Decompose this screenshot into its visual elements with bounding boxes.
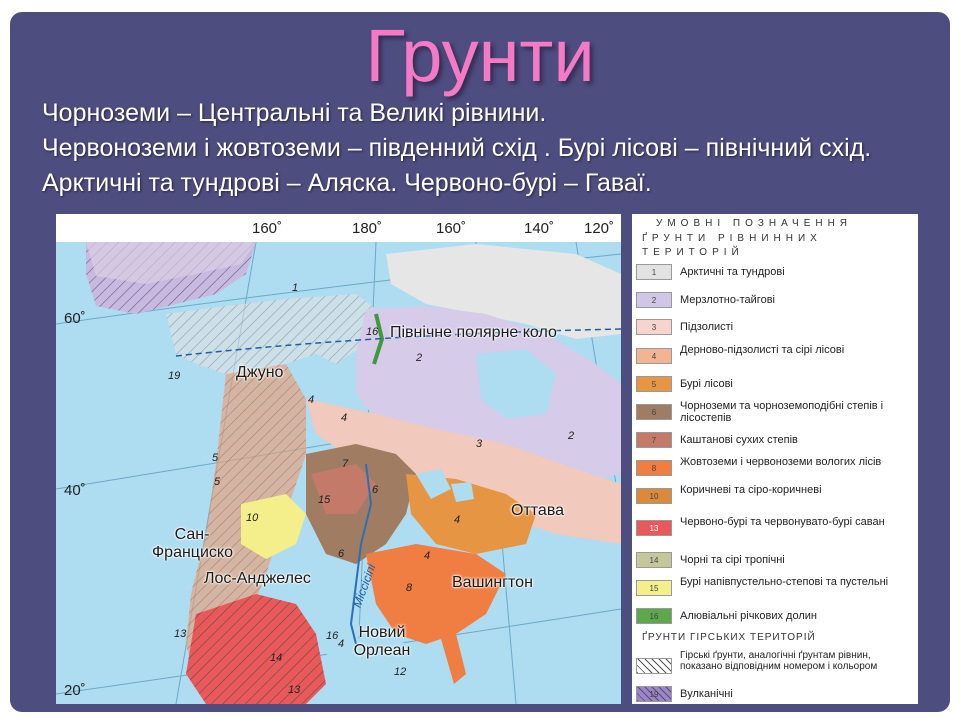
zone-number: 16 xyxy=(326,630,339,642)
latitude-label: 60˚ xyxy=(64,310,86,327)
latitude-label: 40˚ xyxy=(64,482,86,499)
zone-number: 16 xyxy=(366,326,379,338)
legend-heading: УМОВНІ ПОЗНАЧЕННЯ xyxy=(656,218,853,229)
legend-label: Гірські ґрунти, аналогічні ґрунтам рівни… xyxy=(680,650,878,672)
legend-label: Вулканічні xyxy=(680,688,733,700)
legend-mountain-heading: ҐРУНТИ ГІРСЬКИХ ТЕРИТОРІЙ xyxy=(642,632,816,643)
zone-number: 13 xyxy=(174,628,187,640)
legend-item: 13 Червоно-бурі та червонувато-бурі сава… xyxy=(632,516,918,540)
legend-swatch: 1 xyxy=(636,264,672,280)
longitude-label: 120˚ xyxy=(584,220,615,237)
place-label-new-orleans: Новий Орлеан xyxy=(353,624,411,659)
legend-swatch: 13 xyxy=(636,520,672,536)
legend-item: 5 Бурі лісові xyxy=(632,372,918,396)
zone-number: 14 xyxy=(270,652,283,664)
legend-swatch: 3 xyxy=(636,319,672,335)
text-line-2: Червоноземи і жовтоземи – південний схід… xyxy=(42,134,872,162)
text-line-1: Чорноземи – Центральні та Великі рівнини… xyxy=(42,99,547,127)
legend-label: Бурі лісові xyxy=(680,378,733,390)
legend-swatch: 15 xyxy=(636,580,672,596)
zone-number: 8 xyxy=(406,582,413,594)
zone-number: 2 xyxy=(416,352,423,364)
legend-label: Алювіальні річкових долин xyxy=(680,610,817,622)
legend-item: 8 Жовтоземи і червоноземи вологих лісів xyxy=(632,456,918,480)
legend-swatch: 5 xyxy=(636,376,672,392)
legend-label: Мерзлотно-тайгові xyxy=(680,294,775,306)
zone-number: 5 xyxy=(212,452,219,464)
zone-number: 3 xyxy=(476,438,483,450)
zone-number: 4 xyxy=(341,412,348,424)
legend-swatch: 19 xyxy=(636,686,672,702)
legend-item: 16 Алювіальні річкових долин xyxy=(632,604,918,628)
legend-label: Чорні та сірі тропічні xyxy=(680,554,785,566)
legend-label: Червоно-бурі та червонувато-бурі саван xyxy=(680,516,885,528)
legend-item: 4 Дерново-підзолисті та сірі лісові xyxy=(632,344,918,368)
legend-subheading: ҐРУНТИ РІВНИННИХ ТЕРИТОРІЙ xyxy=(642,233,822,258)
slide-title: Грунти xyxy=(365,14,595,97)
zone-number: 2 xyxy=(568,430,575,442)
zone-number: 19 xyxy=(168,370,181,382)
legend-swatch: 8 xyxy=(636,460,672,476)
legend-swatch: 14 xyxy=(636,552,672,568)
zone-number: 4 xyxy=(424,550,431,562)
zone-number: 6 xyxy=(372,484,379,496)
soil-map: 160˚ 180˚ 160˚ 140˚ 120˚ 60˚ 40˚ 20˚ Пів… xyxy=(56,214,621,704)
legend-label: Бурі напівпустельно-степові та пустельні xyxy=(680,576,889,588)
legend-swatch-hatched xyxy=(636,658,672,674)
legend-label: Жовтоземи і червоноземи вологих лісів xyxy=(680,456,882,468)
longitude-label: 160˚ xyxy=(252,220,283,237)
legend-item: 14 Чорні та сірі тропічні xyxy=(632,548,918,572)
longitude-label: 160˚ xyxy=(436,220,467,237)
longitude-label: 180˚ xyxy=(352,220,383,237)
legend-label: Арктичні та тундрові xyxy=(680,266,785,278)
text-line-3: Арктичні та тундрові – Аляска. Червоно-б… xyxy=(42,169,652,197)
legend-item: 15 Бурі напівпустельно-степові та пустел… xyxy=(632,576,918,600)
legend-item: 7 Каштанові сухих степів xyxy=(632,428,918,452)
legend-label: Підзолисті xyxy=(680,321,734,333)
zone-number: 5 xyxy=(214,476,221,488)
place-label-juneau: Джуно xyxy=(236,364,284,381)
zone-number: 1 xyxy=(292,282,299,294)
legend-label: Каштанові сухих степів xyxy=(680,434,798,446)
legend-item: 2 Мерзлотно-тайгові xyxy=(632,288,918,312)
legend-label: Чорноземи та чорноземоподібні степів і л… xyxy=(680,400,884,424)
place-label-los-angeles: Лос-Анджелес xyxy=(204,570,311,587)
place-label-polar-circle: Північне полярне коло xyxy=(390,324,557,341)
zone-number: 4 xyxy=(454,514,461,526)
place-label-ottawa: Оттава xyxy=(511,502,565,519)
legend-swatch: 7 xyxy=(636,432,672,448)
latitude-label: 20˚ xyxy=(64,682,86,699)
zone-number: 4 xyxy=(338,638,345,650)
place-label-washington: Вашингтон xyxy=(452,574,533,591)
legend-label: Дерново-підзолисті та сірі лісові xyxy=(680,344,845,356)
zone-number: 10 xyxy=(246,512,259,524)
zone-number: 15 xyxy=(318,494,331,506)
legend-swatch: 4 xyxy=(636,348,672,364)
longitude-label: 140˚ xyxy=(524,220,555,237)
zone-number: 7 xyxy=(342,458,349,470)
legend-item: Гірські ґрунти, аналогічні ґрунтам рівни… xyxy=(632,650,918,684)
legend-item: 19 Вулканічні xyxy=(632,682,918,704)
legend-item: 6 Чорноземи та чорноземоподібні степів і… xyxy=(632,400,918,424)
zone-number: 4 xyxy=(308,394,315,406)
zone-number: 13 xyxy=(288,684,301,696)
legend-swatch: 10 xyxy=(636,488,672,504)
soil-map-graphic xyxy=(56,214,621,704)
legend-swatch: 16 xyxy=(636,608,672,624)
legend-swatch: 6 xyxy=(636,404,672,420)
map-legend: УМОВНІ ПОЗНАЧЕННЯ ҐРУНТИ РІВНИННИХ ТЕРИТ… xyxy=(632,214,918,704)
legend-item: 3 Підзолисті xyxy=(632,315,918,339)
legend-swatch: 2 xyxy=(636,292,672,308)
legend-label: Коричневі та сіро-коричневі xyxy=(680,484,822,496)
legend-item: 10 Коричневі та сіро-коричневі xyxy=(632,484,918,508)
zone-number: 12 xyxy=(394,666,407,678)
legend-item: 1 Арктичні та тундрові xyxy=(632,260,918,284)
zone-number: 6 xyxy=(338,548,345,560)
place-label-san-francisco: Сан-Франциско xyxy=(152,526,233,561)
